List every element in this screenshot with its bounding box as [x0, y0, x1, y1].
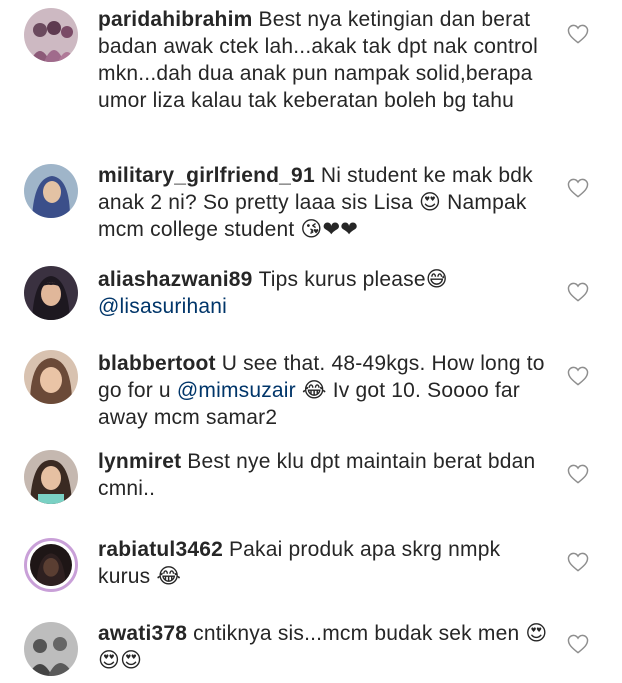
- avatar[interactable]: [24, 350, 78, 404]
- avatar-photo-icon: [24, 266, 78, 320]
- comment-text: blabbertoot U see that. 48-49kgs. How lon…: [98, 350, 548, 431]
- comment-mention[interactable]: @lisasurihani: [98, 295, 227, 318]
- like-button[interactable]: [567, 464, 589, 484]
- comment-text: lynmiret Best nye klu dpt maintain berat …: [98, 448, 548, 502]
- comment-text: military_girlfriend_91 Ni student ke mak …: [98, 162, 548, 243]
- comment-mention[interactable]: @mimsuzair: [177, 379, 296, 402]
- comment-text: awati378 cntiknya sis...mcm budak sek men…: [98, 620, 548, 674]
- avatar[interactable]: [24, 622, 78, 676]
- comment-text: rabiatul3462 Pakai produk apa skrg nmpk k…: [98, 536, 548, 590]
- comment-username[interactable]: aliashazwani89: [98, 268, 253, 291]
- avatar-photo-icon: [24, 622, 78, 676]
- avatar-photo-icon: [24, 164, 78, 218]
- comment-text: paridahibrahim Best nya ketingian dan ber…: [98, 6, 548, 114]
- comment-username[interactable]: lynmiret: [98, 450, 181, 473]
- comment-username[interactable]: awati378: [98, 622, 187, 645]
- avatar[interactable]: [24, 164, 78, 218]
- like-button[interactable]: [567, 282, 589, 302]
- like-button[interactable]: [567, 552, 589, 572]
- comment-text: aliashazwani89 Tips kurus please😅 @lisasur…: [98, 266, 548, 320]
- heart-outline-icon: [567, 24, 589, 44]
- avatar[interactable]: [24, 450, 78, 504]
- like-button[interactable]: [567, 634, 589, 654]
- comment-username[interactable]: rabiatul3462: [98, 538, 223, 561]
- heart-outline-icon: [567, 634, 589, 654]
- heart-outline-icon: [567, 366, 589, 386]
- avatar-photo-icon: [24, 8, 78, 62]
- heart-outline-icon: [567, 552, 589, 572]
- avatar[interactable]: [24, 538, 78, 592]
- comment-body: Tips kurus please😅: [258, 268, 448, 291]
- like-button[interactable]: [567, 366, 589, 386]
- avatar-photo-icon: [30, 544, 72, 586]
- heart-outline-icon: [567, 464, 589, 484]
- avatar-photo-icon: [24, 350, 78, 404]
- heart-outline-icon: [567, 178, 589, 198]
- avatar[interactable]: [24, 266, 78, 320]
- comment-list: paridahibrahim Best nya ketingian dan ber…: [0, 0, 622, 683]
- like-button[interactable]: [567, 24, 589, 44]
- avatar[interactable]: [24, 8, 78, 62]
- like-button[interactable]: [567, 178, 589, 198]
- comment-username[interactable]: blabbertoot: [98, 352, 216, 375]
- comment-username[interactable]: military_girlfriend_91: [98, 164, 315, 187]
- avatar-photo-icon: [24, 450, 78, 504]
- comment-username[interactable]: paridahibrahim: [98, 8, 253, 31]
- heart-outline-icon: [567, 282, 589, 302]
